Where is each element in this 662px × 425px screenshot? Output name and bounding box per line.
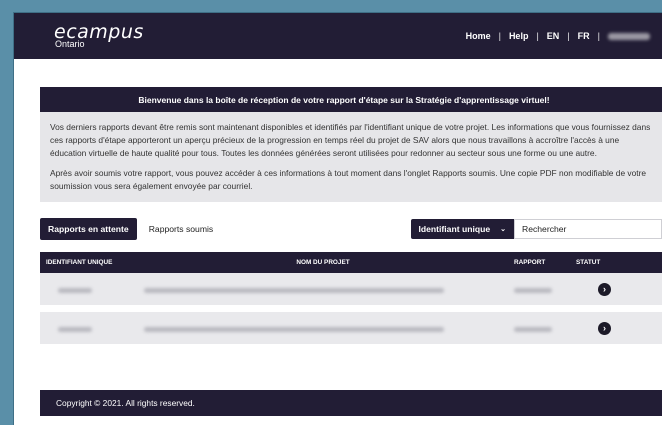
column-header-unique-id: IDENTIFIANT UNIQUE	[46, 259, 113, 266]
copyright-text: Copyright © 2021. All rights reserved.	[56, 398, 195, 408]
reports-table-header: IDENTIFIANT UNIQUE NOM DU PROJET RAPPORT…	[40, 252, 662, 273]
row-status: ›	[570, 321, 630, 335]
table-row: ›	[40, 273, 662, 305]
row-status: ›	[570, 282, 630, 296]
column-header-report: RAPPORT	[514, 259, 546, 266]
nav-separator: |	[498, 31, 501, 41]
nav-en-link[interactable]: EN	[547, 31, 560, 41]
column-header-status: STATUT	[576, 259, 601, 266]
logo-subtitle: Ontario	[55, 39, 85, 49]
arrow-right-circle-icon[interactable]: ›	[598, 321, 611, 335]
row-unique-id-redacted	[40, 319, 136, 337]
arrow-right-circle-icon[interactable]: ›	[598, 282, 611, 296]
intro-panel: Vos derniers rapports devant être remis …	[40, 112, 662, 202]
report-controls: Rapports en attente Rapports soumis Iden…	[40, 218, 662, 240]
table-row: ›	[40, 312, 662, 344]
intro-paragraph-2: Après avoir soumis votre rapport, vous p…	[50, 168, 647, 191]
page-footer: Copyright © 2021. All rights reserved.	[40, 390, 662, 416]
app-window: ecampus Ontario Home | Help | EN | FR | …	[14, 13, 662, 425]
welcome-banner: Bienvenue dans la boîte de réception de …	[40, 87, 662, 112]
tab-pending-reports[interactable]: Rapports en attente	[40, 218, 137, 240]
row-report-redacted	[510, 319, 570, 337]
user-menu-redacted[interactable]	[608, 32, 650, 40]
search-input[interactable]	[514, 219, 662, 239]
search-filter: Identifiant unique ⌄	[410, 219, 662, 239]
filter-dropdown[interactable]: Identifiant unique ⌄	[410, 219, 514, 239]
filter-selected-value: Identifiant unique	[418, 224, 491, 234]
row-project-name-redacted	[136, 280, 510, 298]
welcome-title: Bienvenue dans la boîte de réception de …	[138, 94, 550, 105]
nav-separator: |	[567, 31, 570, 41]
ecampus-logo[interactable]: ecampus Ontario	[54, 23, 144, 49]
top-navigation-bar: ecampus Ontario Home | Help | EN | FR |	[14, 13, 662, 59]
nav-help-link[interactable]: Help	[509, 31, 529, 41]
reports-table-body: › ›	[14, 273, 662, 344]
nav-separator: |	[536, 31, 539, 41]
nav-home-link[interactable]: Home	[466, 31, 491, 41]
intro-paragraph-1: Vos derniers rapports devant être remis …	[50, 122, 651, 158]
column-header-project-name: NOM DU PROJET	[296, 259, 350, 266]
header-nav: Home | Help | EN | FR |	[466, 31, 650, 41]
nav-separator: |	[597, 31, 600, 41]
row-report-redacted	[510, 280, 570, 298]
row-unique-id-redacted	[40, 280, 136, 298]
row-project-name-redacted	[136, 319, 510, 337]
tab-submitted-reports[interactable]: Rapports soumis	[149, 224, 213, 234]
nav-fr-link[interactable]: FR	[578, 31, 590, 41]
chevron-down-icon: ⌄	[500, 226, 506, 233]
